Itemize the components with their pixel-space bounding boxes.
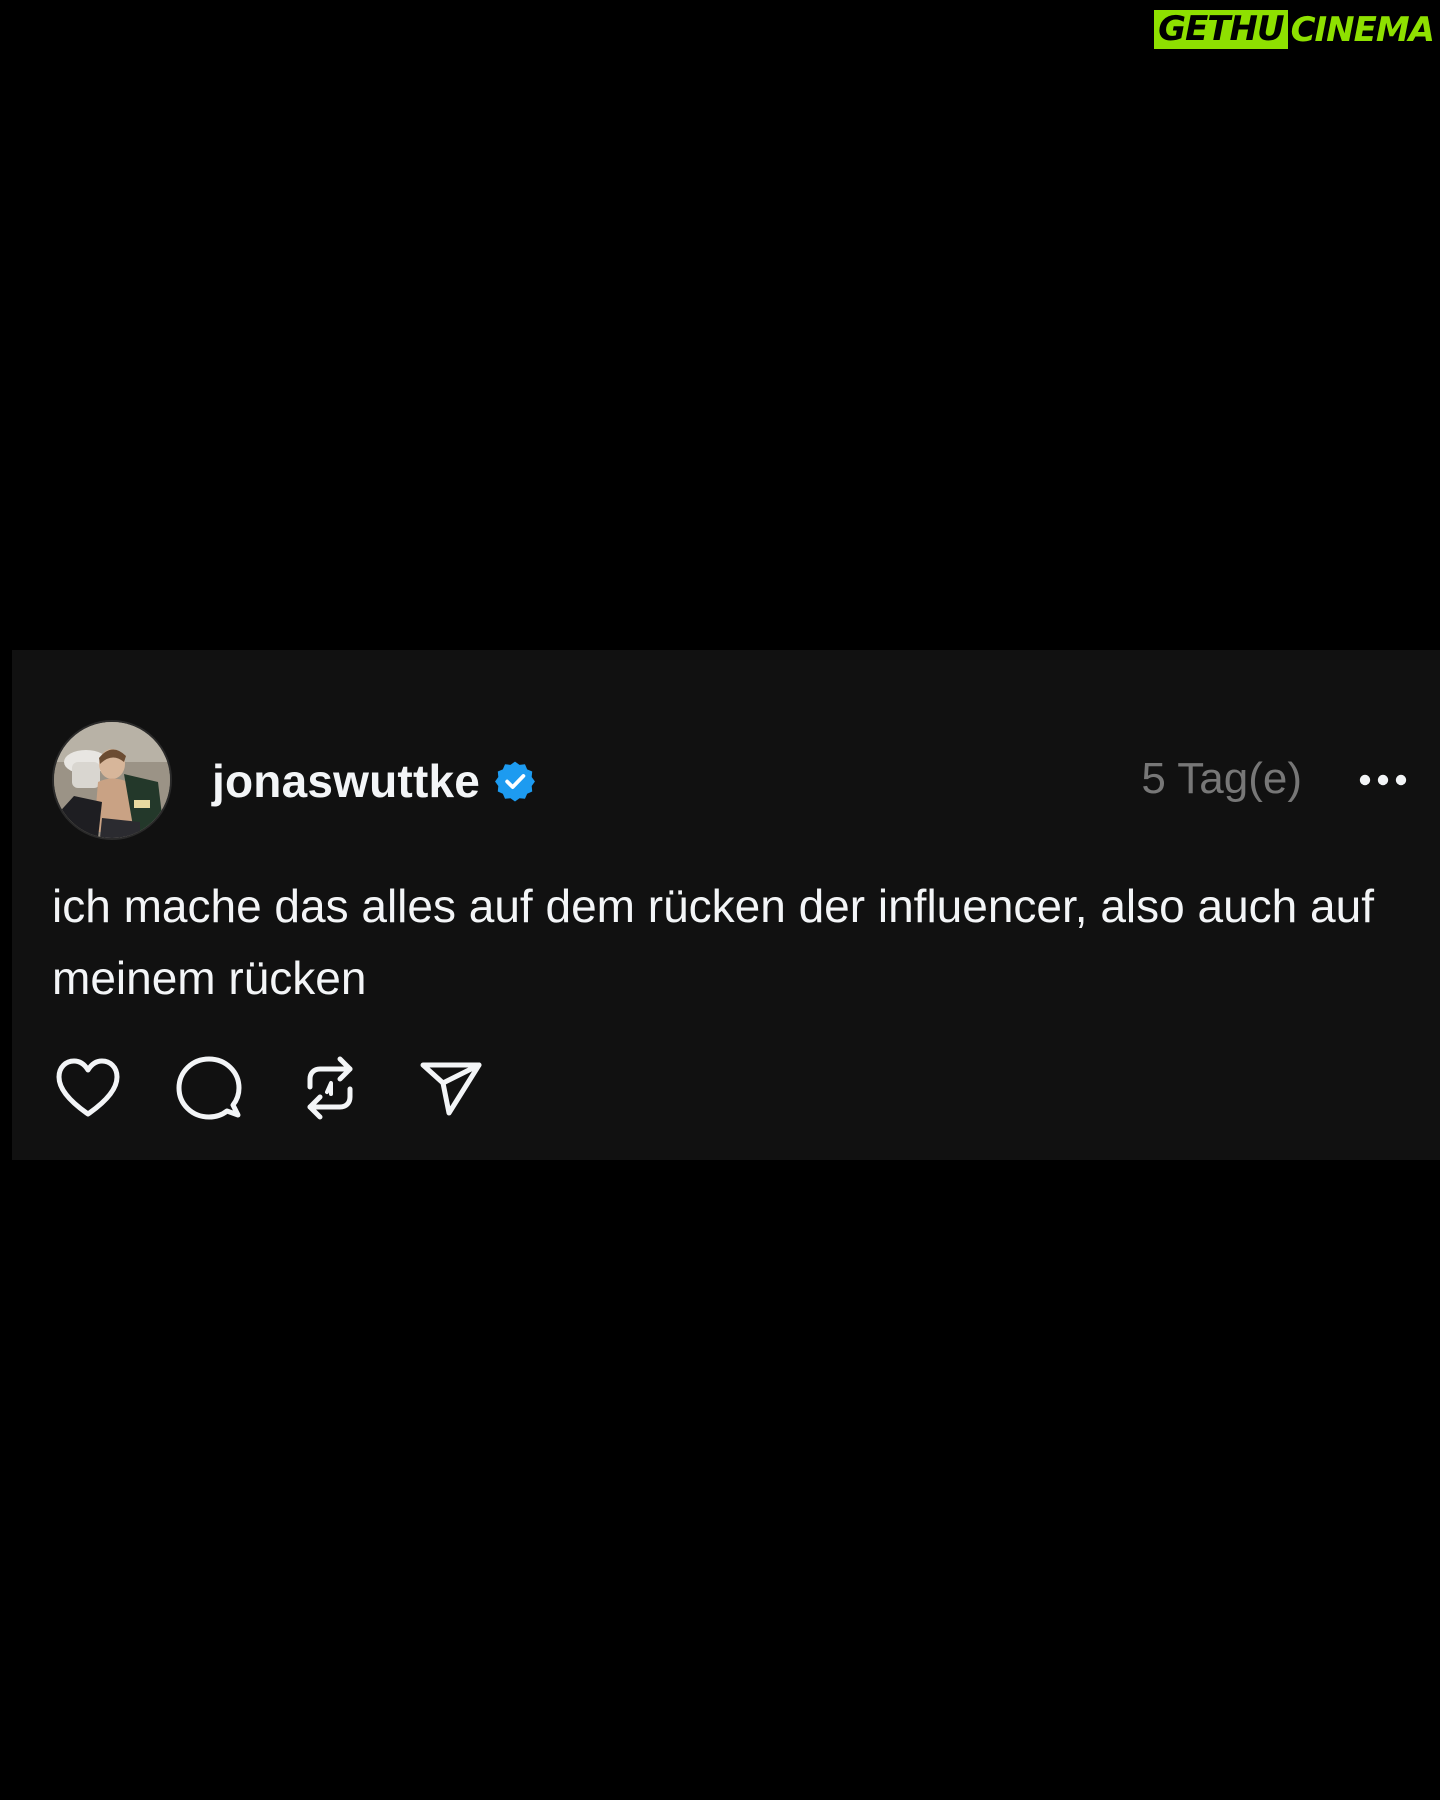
watermark-boxed-text: GETHU — [1154, 10, 1288, 49]
watermark-text: CINEMA — [1290, 9, 1435, 50]
share-button[interactable] — [415, 1052, 487, 1124]
heart-icon — [56, 1058, 120, 1117]
avatar-photo — [54, 722, 170, 838]
verified-badge-icon — [494, 760, 536, 802]
reply-button[interactable] — [173, 1052, 245, 1124]
avatar[interactable] — [52, 720, 172, 840]
like-button[interactable] — [52, 1052, 124, 1124]
post-card: jonaswuttke 5 Tag(e) ich mache das alles… — [12, 650, 1440, 1160]
send-icon — [420, 1062, 482, 1116]
watermark-logo: GETHU CINEMA — [1154, 9, 1435, 50]
post-actions — [52, 1052, 536, 1124]
username-link[interactable]: jonaswuttke — [212, 754, 480, 808]
page: GETHU CINEMA jonaswuttke 5 Tag(e) ich ma… — [0, 0, 1440, 1800]
post-text: ich mache das alles auf dem rücken der i… — [52, 880, 1374, 1004]
repost-button[interactable] — [294, 1052, 366, 1124]
repost-icon — [307, 1056, 353, 1120]
post-header: jonaswuttke — [212, 742, 536, 820]
more-horizontal-icon[interactable] — [1356, 768, 1410, 792]
post-timestamp: 5 Tag(e) — [1141, 754, 1302, 803]
comment-bubble-icon — [176, 1056, 242, 1120]
